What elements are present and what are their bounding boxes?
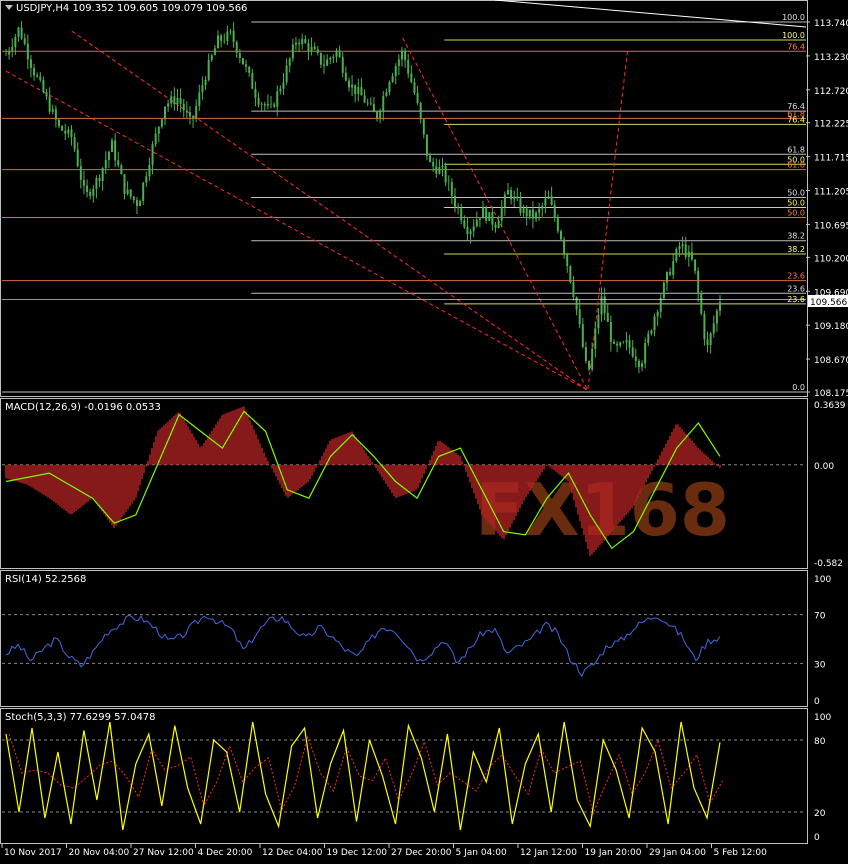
price-axis-label: 111.715 [814, 154, 848, 164]
fibo-level-label: 50.0 [787, 208, 805, 217]
fibo-level-label: 0.0 [792, 383, 805, 392]
macd-axis-label: -0.582 [814, 559, 843, 569]
macd-axis-label: 0.00 [814, 462, 834, 472]
fibo-level-label: 50.0 [787, 189, 805, 198]
trading-chart-window: FX168 100.0100.076.476.461.876.461.850.0… [0, 0, 848, 860]
rsi-axis-label: 30 [814, 660, 826, 670]
price-panel-frame [0, 0, 808, 397]
current-price-label: 109.566 [810, 298, 847, 308]
time-axis-label: 12 Dec 04:00 [262, 848, 323, 858]
time-axis-label: 12 Jan 12:00 [520, 848, 577, 858]
time-axis-label: 5 Feb 12:00 [714, 848, 768, 858]
price-axis-label: 112.720 [814, 87, 848, 97]
time-axis-label: 19 Jan 20:00 [585, 848, 642, 858]
macd-title: MACD(12,26,9) -0.0196 0.0533 [5, 402, 161, 413]
fibo-level-label: 100.0 [782, 13, 805, 22]
macd-axis-label: 0.3639 [814, 401, 846, 411]
fibo-level-label: 76.4 [787, 115, 805, 124]
rsi-axis-label: 100 [814, 575, 831, 585]
time-axis-label: 10 Nov 2017 [4, 848, 62, 858]
chart-canvas[interactable]: FX168 100.0100.076.476.461.876.461.850.0… [0, 0, 848, 860]
fibo-level-label: 50.0 [787, 198, 805, 207]
fibo-level-label: 23.6 [787, 272, 805, 281]
fibo-level-label: 61.8 [787, 161, 805, 170]
price-axis-label: 109.180 [814, 322, 848, 332]
time-axis-label: 5 Jan 04:00 [456, 848, 508, 858]
rsi-panel-frame [0, 570, 808, 707]
time-axis-label: 4 Dec 20:00 [198, 848, 253, 858]
fibo-level-label: 38.2 [787, 232, 805, 241]
price-axis-label: 108.670 [814, 356, 848, 366]
time-axis-label: 29 Jan 04:00 [649, 848, 706, 858]
price-axis-label: 112.225 [814, 120, 848, 130]
price-axis-label: 110.200 [814, 254, 848, 264]
time-axis-label: 27 Dec 20:00 [391, 848, 452, 858]
stoch-axis-label: 20 [814, 809, 826, 819]
stoch-axis-label: 0 [814, 833, 820, 843]
fibo-level-label: 38.2 [787, 245, 805, 254]
price-axis-label: 111.205 [814, 188, 848, 198]
stoch-axis-label: 100 [814, 713, 831, 723]
fibo-level-label: 76.4 [787, 42, 805, 51]
time-axis-label: 20 Nov 04:00 [69, 848, 130, 858]
price-axis-label: 113.740 [814, 19, 848, 29]
fibo-level-label: 61.8 [787, 145, 805, 154]
stoch-title: Stoch(5,3,3) 77.6299 57.0478 [5, 712, 156, 723]
rsi-title: RSI(14) 52.2568 [5, 574, 86, 585]
fibo-level-label: 23.6 [787, 284, 805, 293]
time-axis-label: 19 Dec 12:00 [327, 848, 388, 858]
symbol-title: USDJPY,H4 109.352 109.605 109.079 109.56… [16, 3, 247, 14]
price-axis-label: 110.695 [814, 221, 848, 231]
time-axis-label: 27 Nov 12:00 [133, 848, 194, 858]
rsi-axis-label: 70 [814, 612, 826, 622]
price-axis-label: 113.230 [814, 53, 848, 63]
rsi-axis-label: 0 [814, 697, 820, 707]
fibo-level-label: 100.0 [782, 31, 805, 40]
price-axis-label: 108.175 [814, 389, 848, 399]
stoch-axis-label: 80 [814, 737, 826, 747]
